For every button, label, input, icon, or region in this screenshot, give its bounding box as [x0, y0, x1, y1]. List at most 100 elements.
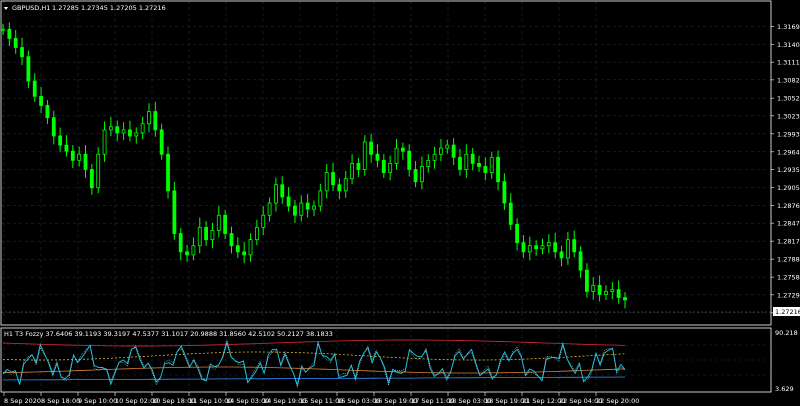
price-candles[interactable]	[1, 22, 627, 309]
candle-body	[597, 284, 602, 295]
price-tick-label: 1.31400	[777, 41, 800, 49]
candle-body	[445, 144, 450, 149]
candle-body	[229, 233, 234, 247]
candle-body	[350, 163, 354, 180]
candle-body	[470, 153, 475, 164]
candle-body	[565, 239, 570, 259]
candle-body	[1, 28, 5, 31]
candle-body	[235, 245, 240, 253]
candle-body	[166, 153, 170, 192]
price-tick-label: 1.27295	[777, 291, 800, 299]
candle-body	[299, 202, 304, 216]
candle-body	[464, 153, 469, 170]
candle-body	[20, 47, 24, 58]
candle-body	[578, 251, 583, 271]
candle-body	[32, 80, 37, 97]
candle-body	[77, 153, 82, 161]
candle-body	[210, 230, 215, 241]
mid-band-line	[2, 351, 626, 361]
candle-body	[26, 56, 31, 82]
candle-body	[343, 178, 348, 192]
main-chart-frame	[0, 0, 772, 326]
candle-body	[204, 227, 209, 241]
price-tick-label: 1.30520	[777, 95, 800, 103]
candle-body	[147, 111, 151, 125]
candle-body	[559, 251, 564, 259]
candle-body	[623, 297, 627, 301]
indicator-tick-low: 3.629	[775, 385, 794, 393]
candle-body	[369, 141, 374, 155]
price-tick-label: 1.31110	[777, 59, 800, 67]
candle-body	[115, 126, 120, 134]
candle-body	[546, 242, 551, 247]
candle-body	[286, 196, 291, 207]
candle-body	[572, 239, 577, 253]
main-chart-header: GBPUSD,H1 1.27285 1.27345 1.27205 1.2721…	[4, 4, 166, 12]
candle-body	[178, 233, 183, 253]
candle-body	[553, 242, 558, 253]
indicator-header: H1 T3 Fozzy 37.6406 39.1193 39.3197 47.5…	[4, 330, 333, 338]
price-tick-label: 1.27880	[777, 256, 800, 264]
candle-body	[216, 214, 221, 231]
candle-body	[172, 190, 177, 234]
candle-body	[356, 163, 361, 170]
candle-body	[515, 223, 520, 244]
candle-body	[477, 163, 481, 167]
trading-chart[interactable]: GBPUSD,H1 1.27285 1.27345 1.27205 1.2721…	[0, 0, 800, 406]
candle-body	[305, 202, 310, 210]
candle-body	[324, 172, 329, 192]
candle-body	[312, 205, 316, 210]
candle-body	[534, 245, 539, 250]
level-line	[2, 376, 626, 381]
candle-body	[89, 169, 94, 189]
candle-body	[96, 153, 101, 189]
candle-body	[458, 156, 462, 170]
candle-body	[108, 126, 113, 131]
candle-body	[489, 156, 494, 173]
price-tick-label: 1.28470	[777, 220, 800, 228]
candle-body	[102, 129, 107, 155]
price-tick-label: 1.28175	[777, 238, 800, 246]
candle-body	[248, 239, 253, 256]
candle-body	[261, 214, 266, 228]
candle-body	[400, 147, 405, 152]
dropdown-triangle-icon[interactable]	[4, 7, 8, 10]
price-tick-label: 1.30820	[777, 76, 800, 84]
price-tick-label: 1.29350	[777, 166, 800, 174]
candle-body	[375, 153, 380, 161]
candle-body	[381, 159, 386, 173]
candle-body	[451, 144, 456, 158]
candle-body	[70, 150, 75, 161]
candle-body	[591, 284, 596, 292]
candle-body	[45, 105, 50, 119]
candle-body	[64, 144, 69, 152]
current-price-marker: 1.27216	[1, 307, 800, 316]
price-tick-label: 1.27585	[777, 274, 800, 282]
candle-body	[585, 269, 589, 292]
candle-body	[527, 245, 532, 253]
candle-body	[407, 150, 412, 170]
symbol-label: GBPUSD,H1	[12, 4, 50, 12]
price-tick-label: 1.30230	[777, 112, 800, 120]
time-tick-label: 8 Sep 2020	[4, 397, 41, 405]
candle-body	[197, 227, 202, 247]
candle-body	[419, 166, 424, 183]
candle-body	[153, 111, 158, 131]
candle-body	[242, 251, 247, 256]
indicator-tick-high: 90.218	[775, 329, 798, 337]
candle-body	[337, 184, 342, 192]
candle-body	[140, 123, 145, 134]
candle-body	[13, 37, 18, 48]
candle-body	[432, 153, 437, 161]
candle-body	[508, 202, 513, 225]
candle-body	[128, 129, 132, 137]
candle-body	[388, 163, 393, 173]
price-tick-label: 1.29640	[777, 148, 800, 156]
candle-body	[191, 245, 196, 256]
candle-body	[496, 156, 500, 183]
time-tick-label: 22 Sep 20:00	[596, 397, 639, 405]
candle-body	[439, 147, 443, 155]
candle-body	[39, 95, 43, 106]
candle-body	[521, 242, 526, 253]
price-tick-label: 1.29055	[777, 184, 800, 192]
